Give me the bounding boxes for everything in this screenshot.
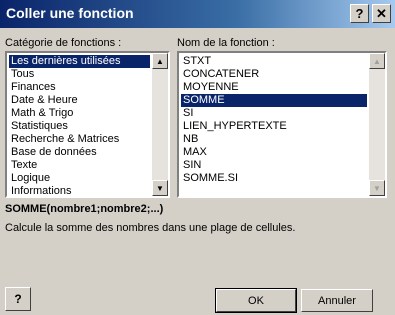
title-bar: Coller une fonction ? ✕ [0,0,395,28]
ok-button-label: OK [248,294,264,307]
function-list-item[interactable]: MOYENNE [181,81,367,94]
category-list-item[interactable]: Finances [9,81,150,94]
scroll-up-button[interactable]: ▲ [152,53,168,69]
function-listbox[interactable]: STXT CONCATENER MOYENNE SOMME SI LIEN_HYPERTE… [177,51,387,198]
arrow-up-icon: ▲ [373,56,381,66]
cancel-button[interactable]: Annuler [301,289,373,312]
function-description: Calcule la somme des nombres dans une pl… [5,222,296,234]
scroll-down-button[interactable]: ▼ [152,180,168,196]
category-list-item[interactable]: Date & Heure [9,94,150,107]
window-title: Coller une fonction [6,5,134,21]
close-icon: ✕ [376,6,387,21]
arrow-down-icon: ▼ [373,183,381,193]
function-label: Nom de la fonction : [177,37,275,49]
arrow-up-icon: ▲ [156,56,164,66]
category-items: Les dernières utilisées Tous Finances Date … [9,55,150,196]
help-icon: ? [14,292,22,306]
function-list-item[interactable]: SOMME.SI [181,172,367,185]
function-list-item[interactable]: STXT [181,55,367,68]
category-list-item[interactable]: Tous [9,68,150,81]
titlebar-close-button[interactable]: ✕ [372,4,391,23]
category-list-item[interactable]: Informations [9,185,150,196]
category-label: Catégorie de fonctions : [5,37,122,49]
function-list-item[interactable]: SIN [181,159,367,172]
arrow-down-icon: ▼ [156,183,164,193]
scroll-down-button[interactable]: ▼ [369,180,385,196]
scroll-up-button[interactable]: ▲ [369,53,385,69]
function-items: STXT CONCATENER MOYENNE SOMME SI LIEN_HYPERTE… [181,55,367,185]
function-list-item[interactable]: NB [181,133,367,146]
category-listbox[interactable]: Les dernières utilisées Tous Finances Date … [5,51,170,198]
category-scrollbar[interactable]: ▲ ▼ [152,53,168,196]
function-syntax: SOMME(nombre1;nombre2;...) [5,203,164,215]
category-list-item[interactable]: Logique [9,172,150,185]
ok-button[interactable]: OK [215,288,297,313]
category-list-item[interactable]: Base de données [9,146,150,159]
category-list-item[interactable]: Recherche & Matrices [9,133,150,146]
question-icon: ? [355,6,364,21]
category-list-item[interactable]: Texte [9,159,150,172]
function-list-item[interactable]: SOMME [181,94,367,107]
cancel-button-label: Annuler [318,294,356,307]
help-button[interactable]: ? [5,287,31,311]
function-list-item[interactable]: SI [181,107,367,120]
function-scrollbar[interactable]: ▲ ▼ [369,53,385,196]
category-list-item[interactable]: Math & Trigo [9,107,150,120]
function-list-item[interactable]: LIEN_HYPERTEXTE [181,120,367,133]
titlebar-help-button[interactable]: ? [350,4,369,23]
category-list-item[interactable]: Statistiques [9,120,150,133]
category-list-item[interactable]: Les dernières utilisées [9,55,150,68]
function-list-item[interactable]: CONCATENER [181,68,367,81]
function-list-item[interactable]: MAX [181,146,367,159]
